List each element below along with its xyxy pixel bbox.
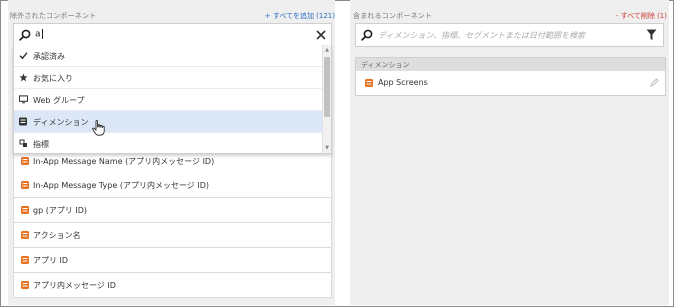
scroll-up-icon[interactable]: ▲ — [324, 47, 330, 53]
remove-all-link[interactable]: - すべて削除 (1) — [616, 11, 667, 21]
list-item[interactable]: アプリ ID — [13, 248, 332, 273]
star-icon — [19, 73, 28, 82]
dropdown-item-label: 指標 — [33, 140, 49, 149]
pencil-icon[interactable] — [650, 78, 659, 87]
component-label: アプリ ID — [33, 256, 69, 265]
dropdown-item-approved[interactable]: 承認済み — [14, 45, 322, 67]
dimension-icon — [21, 181, 29, 189]
metric-icon — [19, 139, 27, 147]
dimension-icon — [21, 231, 29, 239]
text-caret — [41, 29, 43, 39]
list-item[interactable]: アクション名 — [13, 223, 332, 248]
dropdown-item-metrics[interactable]: 指標 — [14, 133, 322, 153]
dimension-icon — [21, 157, 29, 165]
included-search-input[interactable]: ディメンション、指標、セグメントまたは日付範囲を検索 — [378, 30, 585, 41]
scroll-down-icon[interactable]: ▼ — [324, 145, 330, 151]
close-icon[interactable] — [314, 28, 328, 42]
dropdown-item-web-group[interactable]: Web グループ — [14, 89, 322, 111]
monitor-icon — [19, 95, 28, 104]
included-search-box[interactable]: ディメンション、指標、セグメントまたは日付範囲を検索 — [355, 23, 664, 47]
dropdown-item-favorites[interactable]: お気に入り — [14, 67, 322, 89]
search-value-text: a — [35, 29, 41, 40]
list-item[interactable]: アプリ内メッセージ ID — [13, 273, 332, 298]
component-label: App Screens — [378, 78, 428, 87]
filter-icon[interactable] — [646, 29, 657, 41]
dimension-icon — [21, 206, 29, 214]
list-item[interactable]: In-App Message Type (アプリ内メッセージ ID) — [13, 173, 332, 198]
component-label: アプリ内メッセージ ID — [33, 281, 116, 290]
excluded-components-title: 除外されたコンポーネント — [10, 12, 97, 20]
dimension-icon — [21, 256, 29, 264]
dropdown-scrollbar[interactable]: ▲ ▼ — [322, 45, 331, 153]
excluded-components-panel: 除外されたコンポーネント + すべてを追加 (121) a In-App Mes… — [8, 0, 335, 305]
dimension-icon — [21, 281, 29, 289]
included-component-row[interactable]: App Screens — [355, 71, 666, 96]
dimension-icon — [19, 117, 27, 126]
dimension-section-header: ディメンション — [355, 57, 666, 72]
dropdown-item-label: Web グループ — [33, 96, 85, 105]
included-components-title: 含まれるコンポーネント — [353, 12, 433, 20]
component-label: アクション名 — [33, 231, 81, 240]
excluded-search-input[interactable]: a — [35, 29, 43, 40]
dropdown-item-label: お気に入り — [33, 74, 73, 83]
search-icon — [361, 29, 373, 41]
component-label: gp (アプリ ID) — [33, 206, 88, 215]
list-item[interactable]: gp (アプリ ID) — [13, 198, 332, 223]
add-all-link[interactable]: + すべてを追加 (121) — [265, 11, 335, 21]
hand-cursor-icon — [92, 120, 105, 136]
component-label: In-App Message Name (アプリ内メッセージ ID) — [33, 157, 215, 166]
dropdown-item-label: ディメンション — [33, 118, 89, 127]
included-components-panel: 含まれるコンポーネント - すべて削除 (1) ディメンション、指標、セグメント… — [350, 0, 669, 305]
component-label: In-App Message Type (アプリ内メッセージ ID) — [33, 181, 209, 190]
scrollbar-thumb[interactable] — [324, 57, 330, 117]
search-icon — [19, 29, 31, 41]
section-header-label: ディメンション — [361, 61, 410, 69]
filter-dropdown: 承認済み お気に入り Web グループ ディメンション 指標 ▲ ▼ — [13, 45, 332, 154]
dimension-icon — [365, 79, 373, 87]
dropdown-item-label: 承認済み — [33, 52, 65, 61]
checkmark-icon — [19, 52, 28, 60]
excluded-search-box[interactable]: a — [13, 23, 332, 47]
dropdown-item-dimension[interactable]: ディメンション — [14, 111, 322, 133]
